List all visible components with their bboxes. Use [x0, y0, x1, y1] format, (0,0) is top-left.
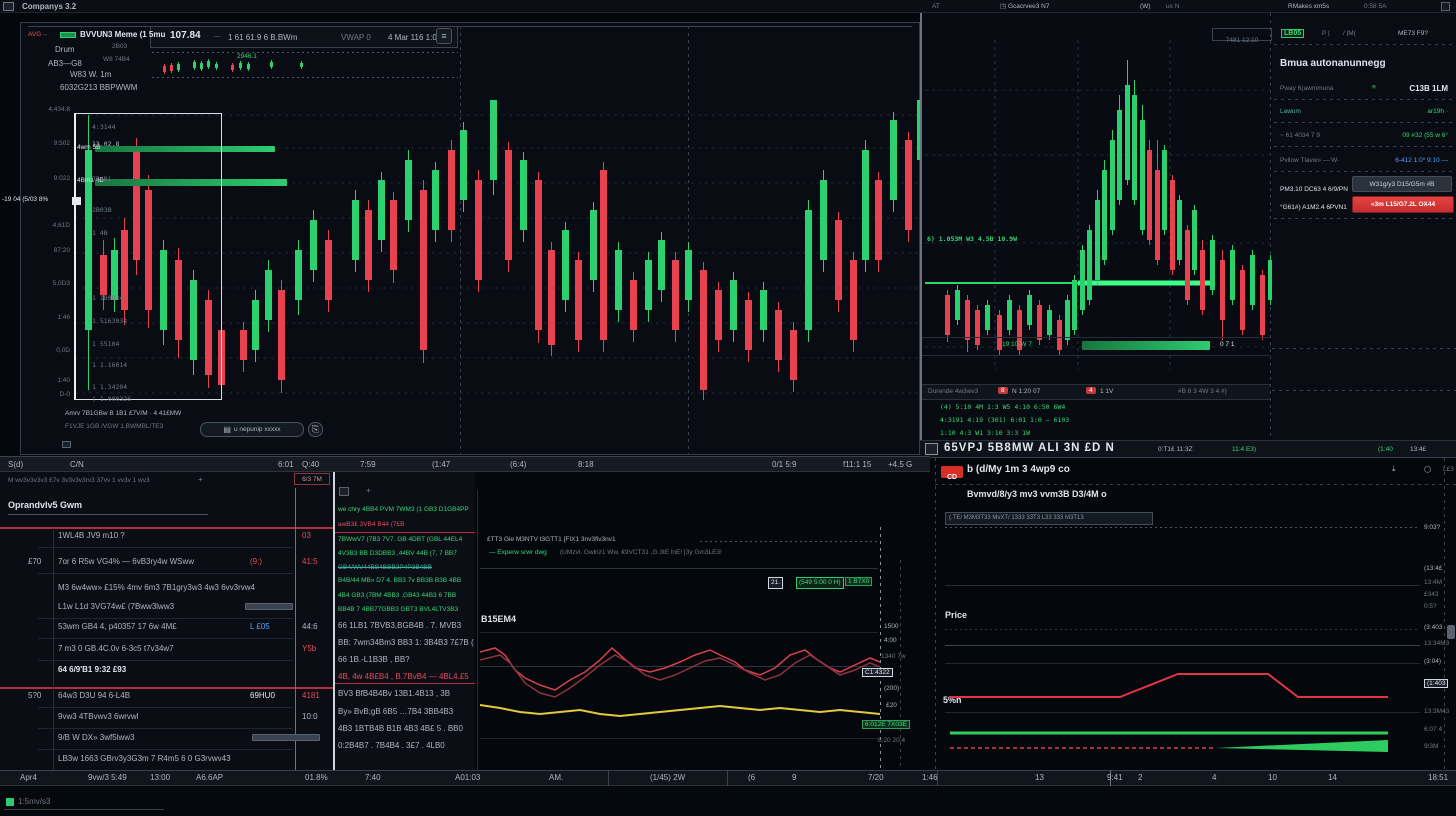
- download-icon[interactable]: ⤓: [1392, 464, 1396, 473]
- br-axis-label: £343: [1424, 591, 1438, 598]
- order-row-label: Lawum: [1280, 108, 1301, 115]
- taskbar: [0, 786, 1456, 816]
- report-icon[interactable]: ≡: [436, 28, 452, 44]
- position-badge[interactable]: LB05: [1281, 29, 1304, 38]
- order-row-label: Pway 6(awmmuna: [1280, 85, 1333, 92]
- br-axis-label: 9/3M: [1424, 743, 1438, 750]
- plus-icon[interactable]: +: [198, 475, 203, 484]
- candlestick-chart-secondary[interactable]: [925, 40, 1272, 370]
- br-axis-label: 0:5?: [1424, 603, 1437, 610]
- volume-progress-bar: [1082, 341, 1210, 350]
- settings-icon[interactable]: [1441, 2, 1450, 11]
- status-green-icon[interactable]: [6, 798, 14, 806]
- annotation-line2: F1VJE 1GB /VGW 1,BWMBL/TE3: [65, 423, 163, 430]
- br-axis-label: 9:03?: [1424, 524, 1440, 531]
- lock-icon[interactable]: [62, 441, 71, 448]
- copy-icon[interactable]: ⎘: [308, 422, 323, 437]
- button-label: W31g/y3 D15/G5m #B: [1369, 181, 1434, 188]
- mini-green-badge: [60, 32, 76, 38]
- price-marker-label: -19 04 (5/03 8%: [2, 196, 48, 203]
- order-row-value: 09 #32 (55 w 6°: [1402, 132, 1448, 139]
- order-row-value: 6-412 1:0* 9:10 —: [1395, 157, 1448, 164]
- price-marker-box: [72, 197, 81, 205]
- br-title-badge: CD: [941, 466, 963, 478]
- app-icon[interactable]: [3, 2, 14, 11]
- avg-badge[interactable]: AVG→: [28, 31, 48, 38]
- br-tab-strip[interactable]: (.TE/ M3M3T33 MvXT/ 1333 33T3 L33 333 M3…: [945, 512, 1153, 525]
- progress-right-label: 0 7 1: [1220, 341, 1234, 348]
- order-row-label: PM3.10 DC63 4 6/9/PN: [1280, 186, 1348, 193]
- sell-limit-button[interactable]: «3m L15/G7.2L OX44: [1352, 196, 1454, 213]
- status-label[interactable]: 1:5mv/s3: [18, 797, 50, 806]
- bm-axis-label: 1340 7w: [881, 653, 906, 660]
- bm-axis-label: 6:20 20:4: [878, 737, 905, 744]
- mini-sparkline-chart[interactable]: [155, 52, 455, 78]
- list-icon: ▤: [223, 425, 231, 434]
- br-badge-label: CD: [947, 474, 957, 481]
- oscillator-line-chart[interactable]: [480, 525, 882, 770]
- bm-axis-label: £20: [886, 702, 897, 709]
- order-panel: [1272, 13, 1456, 440]
- instrument-name[interactable]: 65VPJ 5B8MW ALI 3N £D N: [944, 442, 1115, 455]
- chart-title: BVVUN3 Meme (1 5mu: [80, 30, 165, 39]
- br-panel-title: b (d/My 1m 3 4wp9 co: [967, 464, 1070, 476]
- br-axis-label: 13:34M3: [1424, 640, 1449, 647]
- ratio-badge: 6/3 7M: [294, 473, 330, 485]
- trades-panel: [335, 472, 475, 770]
- dots-menu-icon[interactable]: ≡: [1372, 84, 1376, 91]
- order-row-label: °G61#) A1M2.4 6PVN1: [1280, 204, 1347, 211]
- br-axis-label: 13:4M: [1424, 579, 1442, 586]
- tag-label[interactable]: L£3: [1443, 466, 1454, 473]
- volume-readout: 6) 1.053M W3 4.5B 10.9W: [927, 236, 1017, 243]
- watchlist-panel: [0, 472, 333, 770]
- progress-left-label: 19 10-W 7: [1002, 341, 1032, 348]
- order-row-value: C13B 1LM: [1409, 84, 1448, 93]
- weight-division-button[interactable]: W31g/y3 D15/G5m #B: [1352, 176, 1452, 192]
- order-row-label: Pvllow Tlavw» — W·: [1280, 157, 1339, 164]
- time-axis-bar: [0, 770, 1456, 786]
- grid-icon[interactable]: [339, 487, 349, 496]
- br-subtitle: Bvmvd/8/y3 mv3 vvm3B D3/4M o: [967, 489, 1107, 499]
- br-axis-label: 13:3M43: [1424, 708, 1449, 715]
- circle-icon[interactable]: ◯: [1424, 466, 1431, 473]
- order-row-label: ~ 61 4034 7 9: [1280, 132, 1320, 139]
- bm-axis-label: 1500: [884, 623, 898, 630]
- br-tab-labels: (.TE/ M3M3T33 MvXT/ 1333 33T3 L33 333 M3…: [946, 513, 1152, 524]
- payoff-line-chart[interactable]: [945, 525, 1423, 770]
- annotation-line1: Amrv 7B1GBw B 1B1 £7V/M · 4 41£MW: [65, 410, 181, 417]
- table-subheader: M wv3v3v3v3 £7v 3v3v3v3rv3 37vv 1 vv3v 1…: [8, 477, 150, 484]
- window-titlebar: [0, 0, 1456, 13]
- times-header: [0, 456, 930, 472]
- dom-header-strip: [922, 384, 1270, 400]
- selection-rectangle[interactable]: [74, 113, 222, 400]
- order-panel-title: Bmua autonanunnegg: [1280, 58, 1386, 70]
- ratio-badge-label: 6/3 7M: [302, 476, 322, 483]
- bm-axis-label: 4:00: [884, 637, 897, 644]
- add-icon[interactable]: +: [366, 486, 371, 495]
- button-label: «3m L15/G7.2L OX44: [1371, 201, 1435, 208]
- br-axis-label: (3:403: [1424, 624, 1442, 631]
- br-axis-label: (13:4£: [1424, 565, 1442, 572]
- br-axis-label: 6:07 4: [1424, 726, 1442, 733]
- scrollbar-thumb[interactable]: [1447, 625, 1455, 639]
- chart-toolbar: [150, 26, 458, 48]
- bm-axis-label: (200): [884, 685, 899, 692]
- trading-terminal: Companys 3.2 AT◳ Gcacrvee3 N7(W)us NRMak…: [0, 0, 1456, 816]
- br-axis-label: (3:04): [1424, 658, 1441, 665]
- section-title: Oprandvlv5 Gwm: [8, 500, 82, 510]
- instrument-icon[interactable]: [925, 443, 938, 455]
- strategy-pill-button[interactable]: ▤ u nepunip xxxxx: [200, 422, 304, 437]
- pill-button-label: u nepunip xxxxx: [234, 426, 281, 433]
- order-row-value: ar19h ·: [1427, 108, 1448, 115]
- window-title: Companys 3.2: [22, 2, 76, 11]
